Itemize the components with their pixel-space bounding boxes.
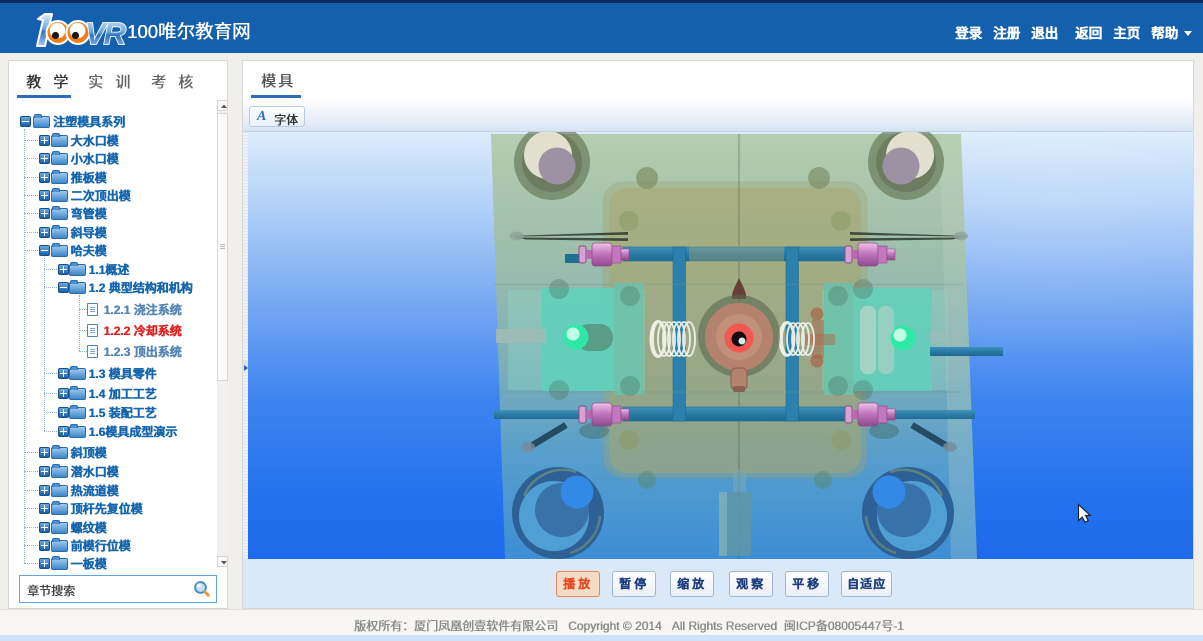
svg-text:VR: VR xyxy=(85,16,127,51)
